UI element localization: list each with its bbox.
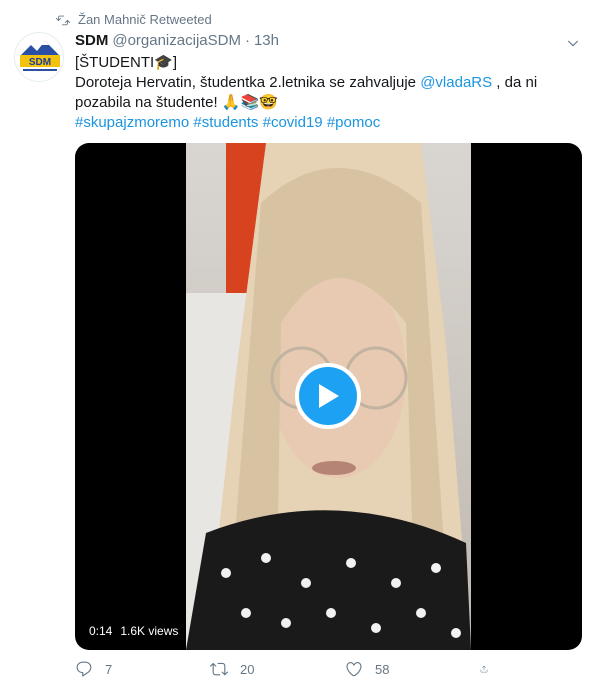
chevron-down-icon[interactable] <box>566 36 580 50</box>
reply-button[interactable]: 7 <box>75 660 210 678</box>
separator-dot: · <box>244 32 250 49</box>
retweet-label: Žan Mahnič Retweeted <box>78 12 212 27</box>
tweet-timestamp[interactable]: 13h <box>254 32 279 49</box>
hashtag-list: #skupajzmoremo #students #covid19 #pomoc <box>75 113 580 133</box>
reply-icon <box>76 661 92 677</box>
hashtag-link[interactable]: #students <box>193 114 258 131</box>
avatar[interactable]: SDM <box>14 32 64 82</box>
tweet-line-2: Doroteja Hervatin, študentka 2.letnika s… <box>75 74 538 111</box>
retweet-count: 20 <box>240 661 255 677</box>
svg-text:SDM: SDM <box>29 57 51 68</box>
author-name[interactable]: SDM <box>75 32 108 49</box>
video-duration: 0:14 <box>89 624 113 638</box>
like-button[interactable]: 58 <box>345 660 480 678</box>
retweet-icon <box>210 662 228 676</box>
hashtag-link[interactable]: #skupajzmoremo <box>75 114 189 131</box>
like-count: 58 <box>375 661 390 677</box>
tweet-header: SDM @organizacijaSDM · 13h <box>75 32 279 49</box>
video-meta: 0:14 1.6K views <box>89 624 178 638</box>
video-views: 1.6K views <box>120 624 179 638</box>
mention-link[interactable]: @vladaRS <box>420 74 492 91</box>
retweet-icon <box>56 15 70 25</box>
hashtag-link[interactable]: #pomoc <box>327 114 380 131</box>
tweet-line-1: [ŠTUDENTI🎓] <box>75 54 178 71</box>
play-icon <box>319 384 339 408</box>
sdm-logo: SDM <box>20 41 60 71</box>
video-player[interactable]: 0:14 1.6K views <box>75 143 582 650</box>
share-icon <box>480 665 488 673</box>
reply-count: 7 <box>105 661 113 677</box>
tweet-text: [ŠTUDENTI🎓] Doroteja Hervatin, študentka… <box>75 53 580 133</box>
retweet-button[interactable]: 20 <box>210 660 345 678</box>
hashtag-link[interactable]: #covid19 <box>263 114 323 131</box>
tweet-actions: 7 20 58 <box>75 660 505 678</box>
heart-icon <box>346 662 362 677</box>
share-button[interactable] <box>480 660 500 678</box>
play-button[interactable] <box>295 363 361 429</box>
author-handle[interactable]: @organizacijaSDM <box>112 32 241 49</box>
retweet-context[interactable]: Žan Mahnič Retweeted <box>56 12 212 27</box>
